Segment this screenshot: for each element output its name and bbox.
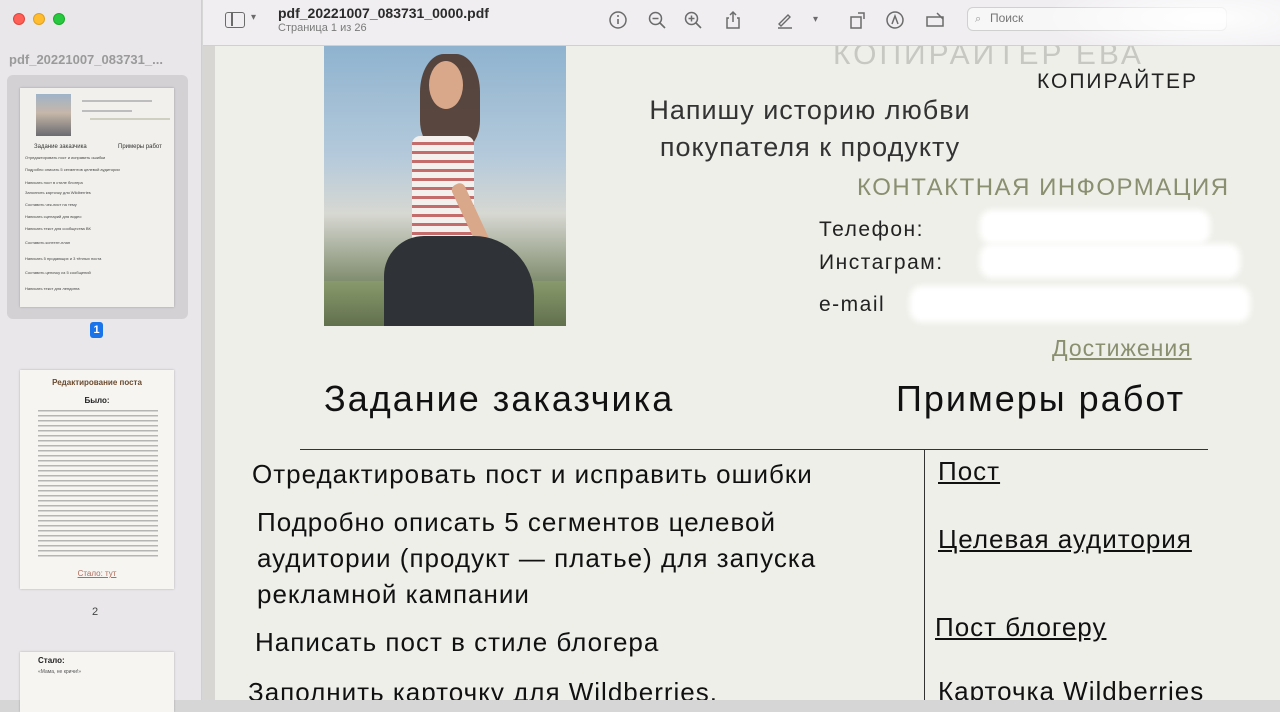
- example-link[interactable]: Целевая аудитория: [938, 524, 1192, 555]
- thumb2-title: Редактирование поста: [52, 378, 142, 387]
- redacted-phone: [980, 210, 1210, 244]
- chevron-down-icon[interactable]: ▾: [251, 12, 256, 23]
- zoom-window-button[interactable]: [53, 13, 65, 25]
- task-column-heading: Задание заказчика: [324, 378, 675, 419]
- examples-column-heading: Примеры работ: [896, 378, 1186, 419]
- portrait-photo: [324, 46, 566, 326]
- slogan: Напишу историю любви покупателя к продук…: [649, 95, 971, 162]
- document-viewport[interactable]: КОПИРАЙТЕР ЕВА КОПИРАЙТЕР Напишу историю…: [203, 46, 1280, 700]
- sidebar-toggle-icon[interactable]: [225, 12, 245, 28]
- sidebar: pdf_20221007_083731_... Задание заказчик…: [0, 0, 202, 712]
- sidebar-title: pdf_20221007_083731_...: [9, 52, 163, 67]
- toolbar: ▾ pdf_20221007_083731_0000.pdf Страница …: [203, 0, 1280, 60]
- thumb3-line: «Мама, не кричи!»: [38, 669, 82, 675]
- page-number-2: 2: [92, 606, 99, 618]
- redacted-email: [910, 286, 1250, 322]
- redacted-instagram: [980, 244, 1240, 278]
- thumb3-title: Стало:: [38, 656, 65, 665]
- search-icon: ⌕: [975, 13, 982, 25]
- page-thumbnail-1[interactable]: Задание заказчика Примеры работ Отредакт…: [20, 88, 174, 307]
- thumb1-heading-left: Задание заказчика: [34, 144, 87, 150]
- pdf-page: КОПИРАЙТЕР ЕВА КОПИРАЙТЕР Напишу историю…: [215, 46, 1280, 700]
- thumb2-subtitle: Было:: [84, 396, 110, 405]
- thumb1-row: Написать текст для лендинга: [25, 286, 80, 291]
- document-title: pdf_20221007_083731_0000.pdf: [278, 5, 489, 21]
- thumb1-row: Написать 5 продающих и 3 тёплых поста: [25, 256, 102, 261]
- close-window-button[interactable]: [13, 13, 25, 25]
- annotate-icon[interactable]: [885, 10, 905, 30]
- chevron-down-icon[interactable]: ▾: [813, 14, 833, 34]
- page-number-badge: 1: [90, 322, 103, 338]
- zoom-out-icon[interactable]: [647, 10, 667, 30]
- achievements-link[interactable]: Достижения: [1052, 335, 1192, 362]
- task-row: Подробно описать 5 сегментов целевой ауд…: [257, 507, 817, 609]
- task-row: Написать пост в стиле блогера: [255, 627, 660, 657]
- table-divider-horizontal: [300, 449, 1208, 450]
- form-fill-icon[interactable]: [925, 10, 945, 30]
- example-link[interactable]: Пост блогеру: [935, 612, 1106, 643]
- task-row: Отредактировать пост и исправить ошибки: [252, 459, 813, 489]
- thumb1-row: Написать сценарий для видео: [25, 214, 82, 219]
- page-indicator: Страница 1 из 26: [278, 22, 367, 34]
- example-link[interactable]: Карточка Wildberries: [938, 676, 1204, 700]
- thumbnail-photo: [36, 94, 71, 136]
- thumb1-row: Составить чек-лист на тему: [25, 202, 77, 207]
- role-title: КОПИРАЙТЕР: [1037, 70, 1199, 93]
- phone-label: Телефон:: [819, 218, 924, 241]
- info-icon[interactable]: [608, 10, 628, 30]
- email-label: e-mail: [819, 293, 886, 316]
- thumb1-row: Составить контент-план: [25, 240, 71, 245]
- page-thumbnail-3[interactable]: Стало: «Мама, не кричи!»: [20, 652, 174, 712]
- page-thumbnail-2[interactable]: Редактирование поста Было: Стало: тут: [20, 370, 174, 589]
- thumb2-link: Стало: тут: [77, 569, 117, 578]
- example-link[interactable]: Пост: [938, 456, 1000, 487]
- thumb1-row: Составить цепочку из 5 сообщений: [25, 270, 91, 275]
- thumb1-heading-right: Примеры работ: [118, 144, 162, 150]
- thumb2-text-block: [38, 410, 158, 560]
- rotate-icon[interactable]: [848, 10, 868, 30]
- thumb1-row: Отредактировать пост и исправить ошибки: [25, 155, 106, 160]
- share-icon[interactable]: [723, 10, 743, 30]
- contact-heading: КОНТАКТНАЯ ИНФОРМАЦИЯ: [857, 174, 1230, 201]
- author-name: КОПИРАЙТЕР ЕВА: [833, 46, 1144, 71]
- thumb1-row: Заполнить карточку для Wildberries: [25, 190, 91, 195]
- thumb1-row: Написать пост в стиле блогера: [25, 180, 83, 185]
- thumb1-row: Написать текст для сообщества ВК: [25, 226, 91, 231]
- markup-pen-icon[interactable]: [775, 10, 795, 30]
- minimize-window-button[interactable]: [33, 13, 45, 25]
- window-controls: [13, 13, 65, 25]
- thumb1-row: Подробно описать 5 сегментов целевой ауд…: [25, 167, 120, 172]
- instagram-label: Инстаграм:: [819, 251, 944, 274]
- zoom-in-icon[interactable]: [683, 10, 703, 30]
- task-row: Заполнить карточку для Wildberries.: [248, 677, 718, 700]
